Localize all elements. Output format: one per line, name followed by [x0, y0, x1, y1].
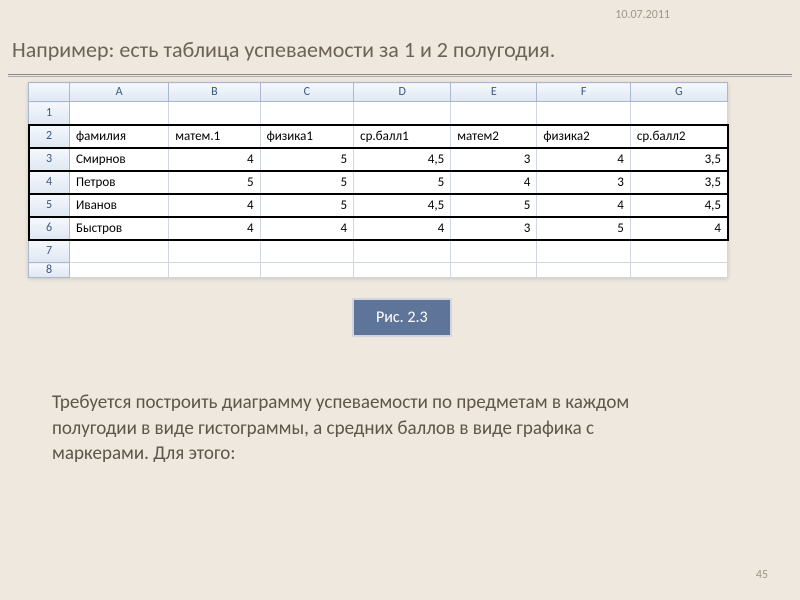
cell[interactable]	[260, 240, 353, 263]
cell[interactable]	[537, 102, 630, 125]
row-header[interactable]: 1	[29, 102, 70, 125]
cell[interactable]: 3	[451, 217, 537, 240]
cell[interactable]: ср.балл2	[630, 125, 727, 148]
cell[interactable]	[354, 102, 451, 125]
col-header[interactable]: F	[537, 83, 630, 102]
cell[interactable]: 4	[169, 148, 260, 171]
col-header[interactable]: B	[169, 83, 260, 102]
cell[interactable]	[70, 102, 169, 125]
cell[interactable]: 3	[537, 171, 630, 194]
cell[interactable]: 4,5	[354, 148, 451, 171]
cell[interactable]: 5	[260, 171, 353, 194]
cell[interactable]	[630, 263, 727, 278]
page-number: 45	[756, 568, 768, 582]
cell[interactable]: 4	[451, 171, 537, 194]
cell[interactable]: 5	[354, 171, 451, 194]
select-all-corner[interactable]	[29, 83, 70, 102]
slide-title: Например: есть таблица успеваемости за 1…	[12, 36, 555, 63]
col-header[interactable]: D	[354, 83, 451, 102]
cell[interactable]	[354, 263, 451, 278]
cell[interactable]	[169, 240, 260, 263]
cell[interactable]	[169, 102, 260, 125]
cell[interactable]: 3,5	[630, 148, 727, 171]
cell[interactable]: 5	[169, 171, 260, 194]
cell[interactable]	[630, 102, 727, 125]
cell[interactable]: Быстров	[70, 217, 169, 240]
cell[interactable]	[451, 263, 537, 278]
row-2: 2 фамилия матем.1 физика1 ср.балл1 матем…	[29, 125, 728, 148]
cell[interactable]	[260, 263, 353, 278]
cell[interactable]: Смирнов	[70, 148, 169, 171]
cell[interactable]	[354, 240, 451, 263]
cell[interactable]	[70, 263, 169, 278]
row-8: 8	[29, 263, 728, 278]
cell[interactable]: 4	[169, 217, 260, 240]
cell[interactable]: 4	[169, 194, 260, 217]
row-header[interactable]: 4	[29, 171, 70, 194]
cell[interactable]	[630, 240, 727, 263]
cell[interactable]: 4	[537, 148, 630, 171]
cell[interactable]	[537, 263, 630, 278]
column-header-row: A B C D E F G	[29, 83, 728, 102]
cell[interactable]: 4,5	[630, 194, 727, 217]
body-paragraph: Требуется построить диаграмму успеваемос…	[52, 390, 672, 467]
cell[interactable]: ср.балл1	[354, 125, 451, 148]
row-header[interactable]: 8	[29, 263, 70, 278]
slide-date: 10.07.2011	[615, 8, 670, 22]
row-3: 3 Смирнов 4 5 4,5 3 4 3,5	[29, 148, 728, 171]
row-header[interactable]: 3	[29, 148, 70, 171]
cell[interactable]: Иванов	[70, 194, 169, 217]
cell[interactable]	[537, 240, 630, 263]
cell[interactable]: 4	[260, 217, 353, 240]
row-5: 5 Иванов 4 5 4,5 5 4 4,5	[29, 194, 728, 217]
cell[interactable]: матем2	[451, 125, 537, 148]
cell[interactable]: фамилия	[70, 125, 169, 148]
row-header[interactable]: 6	[29, 217, 70, 240]
cell[interactable]	[70, 240, 169, 263]
col-header[interactable]: A	[70, 83, 169, 102]
cell[interactable]: 4	[354, 217, 451, 240]
col-header[interactable]: E	[451, 83, 537, 102]
cell[interactable]	[169, 263, 260, 278]
col-header[interactable]: C	[260, 83, 353, 102]
cell[interactable]	[451, 102, 537, 125]
figure-caption: Рис. 2.3	[352, 298, 452, 337]
title-underline	[8, 74, 792, 77]
spreadsheet-table: A B C D E F G 1 2 фамилия матем.1 физика…	[28, 82, 728, 278]
row-4: 4 Петров 5 5 5 4 3 3,5	[29, 171, 728, 194]
row-6: 6 Быстров 4 4 4 3 5 4	[29, 217, 728, 240]
cell[interactable]: 3	[451, 148, 537, 171]
cell[interactable]	[260, 102, 353, 125]
row-header[interactable]: 7	[29, 240, 70, 263]
cell[interactable]: 5	[260, 194, 353, 217]
cell[interactable]: физика1	[260, 125, 353, 148]
cell[interactable]: 4,5	[354, 194, 451, 217]
cell[interactable]: матем.1	[169, 125, 260, 148]
cell[interactable]: 5	[537, 217, 630, 240]
cell[interactable]: 5	[260, 148, 353, 171]
col-header[interactable]: G	[630, 83, 727, 102]
cell[interactable]: Петров	[70, 171, 169, 194]
row-1: 1	[29, 102, 728, 125]
row-header[interactable]: 5	[29, 194, 70, 217]
cell[interactable]: 5	[451, 194, 537, 217]
row-header[interactable]: 2	[29, 125, 70, 148]
cell[interactable]: 4	[537, 194, 630, 217]
cell[interactable]	[451, 240, 537, 263]
cell[interactable]: физика2	[537, 125, 630, 148]
cell[interactable]: 3,5	[630, 171, 727, 194]
row-7: 7	[29, 240, 728, 263]
cell[interactable]: 4	[630, 217, 727, 240]
